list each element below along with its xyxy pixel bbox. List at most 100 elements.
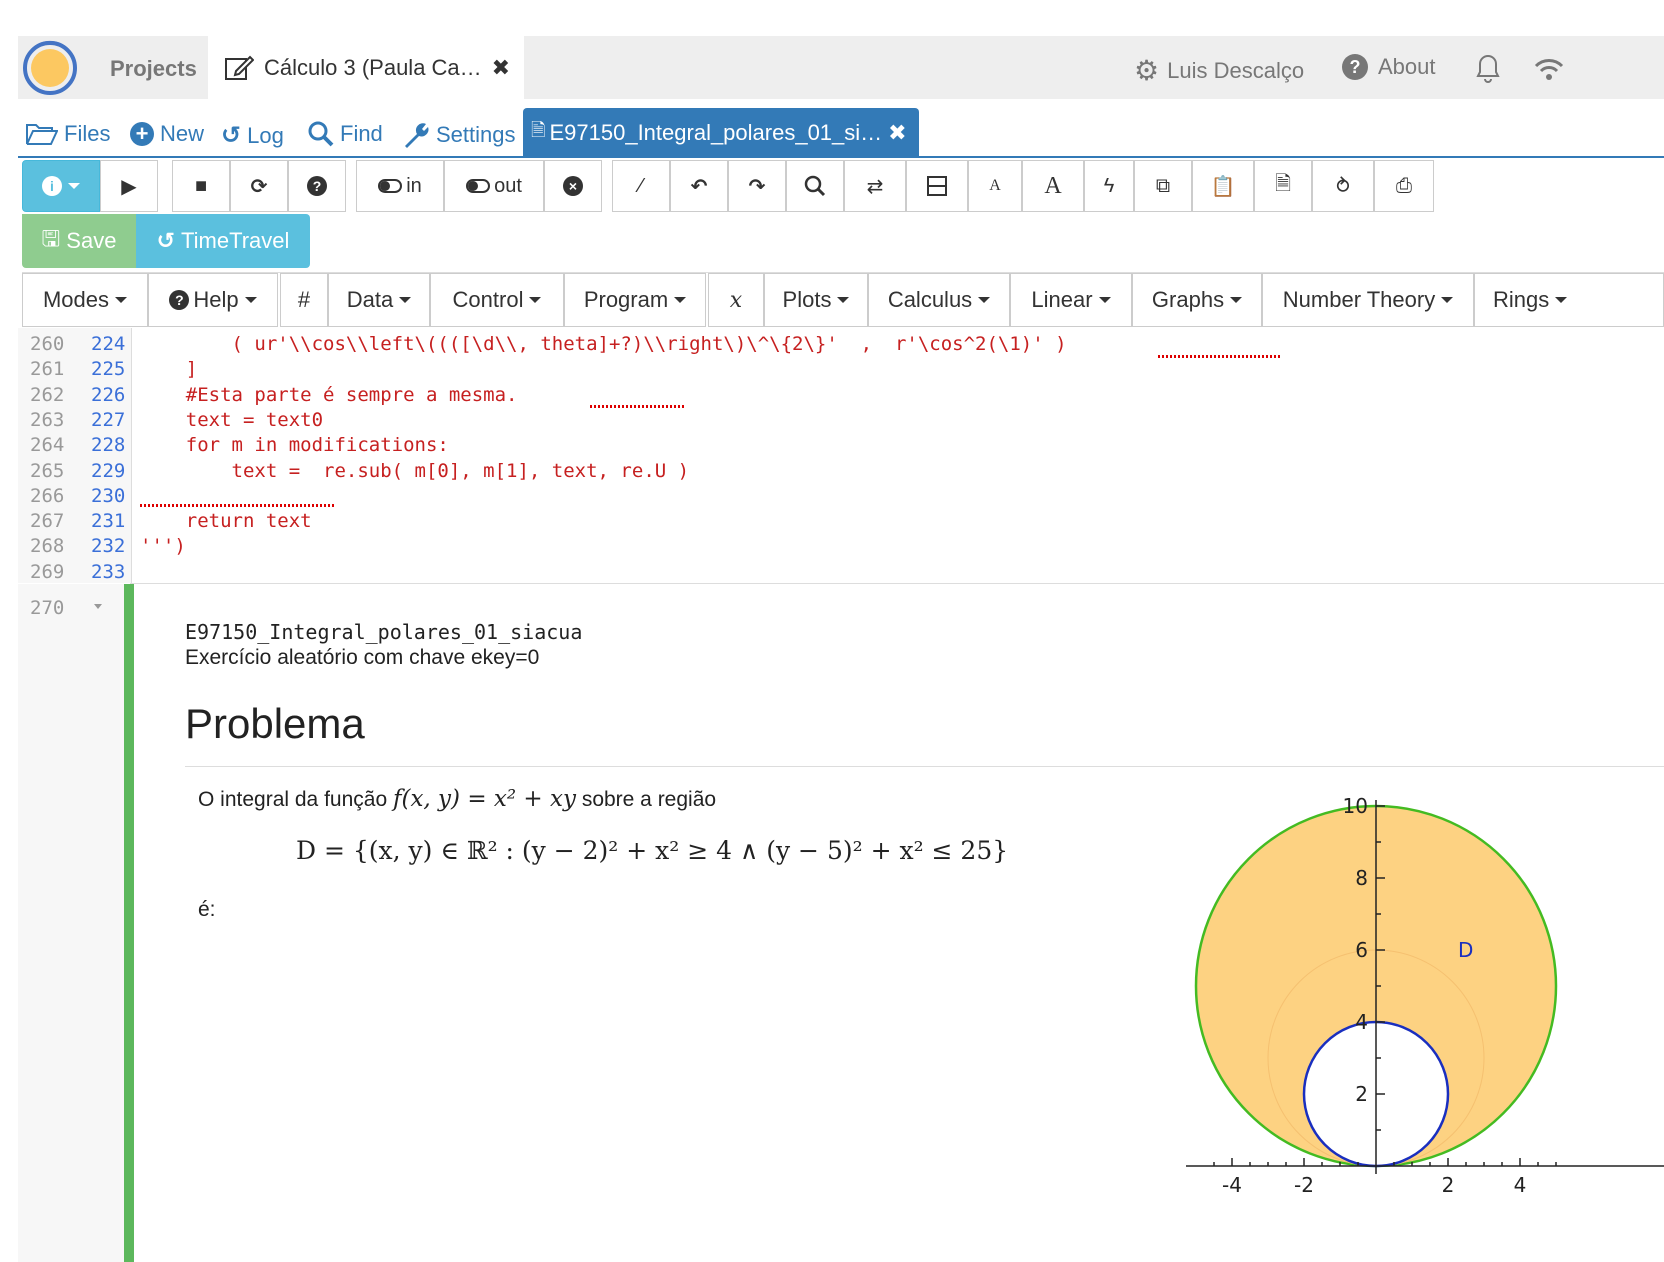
line-number-relative: 230 [91,485,126,507]
find-label: Find [340,121,383,146]
y-tick-label: 10 [1343,794,1368,818]
font-decrease-button[interactable]: A [968,160,1022,212]
menu-rings[interactable]: Rings [1474,273,1664,327]
menu-number-theory[interactable]: Number Theory [1262,273,1474,327]
cell-status-bar[interactable] [124,584,134,1262]
fold-arrow-icon[interactable] [94,604,102,609]
line-number-relative: 228 [91,434,126,456]
about-link[interactable]: ? About [1342,54,1436,80]
line-number: 267 [30,510,65,532]
x-tick-label: 2 [1442,1173,1455,1197]
menu-linear[interactable]: Linear [1010,273,1132,327]
paste-button[interactable]: 📋 [1192,160,1254,212]
settings-button[interactable]: Settings [402,121,516,149]
find-button[interactable]: Find [308,121,383,147]
menu-number-theory-label: Number Theory [1282,287,1436,312]
refresh-icon: ⟳ [250,175,268,198]
code-line[interactable]: text = re.sub( m[0], m[1], text, re.U ) [140,460,690,482]
help-button[interactable]: ? [288,160,346,212]
code-line[interactable]: text = text0 [140,409,323,431]
timetravel-button[interactable]: ↺ TimeTravel [136,214,310,268]
menu-plots[interactable]: Plots [764,273,868,327]
stop-icon: ■ [194,174,208,197]
new-button[interactable]: + New [130,121,204,147]
font-increase-button[interactable]: A [1022,160,1084,212]
menu-program-label: Program [583,287,669,312]
menu-math[interactable]: x [708,273,764,327]
restart-button[interactable]: ⟳ [230,160,288,212]
toggle-icon [466,179,491,193]
menu-hash[interactable]: # [280,273,328,327]
menu-program[interactable]: Program [564,273,706,327]
split-button[interactable] [906,160,968,212]
delete-output-button[interactable]: × [544,160,602,212]
sage-menubar: Modes ? Help # Data Control Program x Plo… [22,272,1664,327]
exercise-name: E97150_Integral_polares_01_siacua [185,620,583,644]
menu-modes[interactable]: Modes [22,273,148,327]
log-button[interactable]: ↺ Log [221,121,284,150]
file-tab-active[interactable]: 🗎 E97150_Integral_polares_01_si… ✖ [523,108,919,158]
output-gutter [18,584,132,1262]
caret-icon [978,297,991,303]
run-button[interactable]: ▶ [100,160,158,212]
bolt-button[interactable]: ϟ [1084,160,1134,212]
menu-calculus-label: Calculus [887,287,973,312]
code-line[interactable]: #Esta parte é sempre a mesma. [140,384,518,406]
play-icon: ▶ [121,175,137,198]
folder-open-icon [26,124,58,145]
undo-button[interactable]: ↶ [670,160,728,212]
code-line[interactable]: ] [140,358,197,380]
code-line[interactable]: ''') [140,535,186,557]
format-button[interactable]: ⁄ [612,160,670,212]
replace-button[interactable]: ⇄ [844,160,906,212]
bolt-icon: ϟ [1103,174,1115,197]
stop-button[interactable]: ■ [172,160,230,212]
caret-icon [837,297,850,303]
projects-link[interactable]: Projects [110,56,197,82]
user-menu[interactable]: ⚙ Luis Descalço [1134,54,1304,87]
new-label: New [160,121,205,146]
function-formula: f(x, y) = x² + xy [392,786,576,812]
menu-help[interactable]: ? Help [148,273,278,327]
log-label: Log [247,122,284,148]
copy-button[interactable]: ⧉ [1134,160,1192,212]
files-button[interactable]: Files [26,121,110,147]
caret-icon [399,297,412,303]
save-icon: 🖫 [41,226,61,251]
project-tab[interactable]: Cálculo 3 (Paula Ca… ✖ [208,36,524,99]
code-line[interactable]: for m in modifications: [140,434,449,456]
line-number: 269 [30,561,65,583]
redo-button[interactable]: ↷ [728,160,786,212]
code-line[interactable]: ( ur'\\cos\\left\((([\d\\, theta]+?)\\ri… [140,333,1067,355]
menu-graphs[interactable]: Graphs [1132,273,1262,327]
toggle-out-button[interactable]: out [444,160,544,212]
search-button[interactable] [786,160,844,212]
search-icon [308,121,334,147]
toggle-icon [378,179,403,193]
print-button[interactable]: ⎙ [1374,160,1434,212]
pdf-button[interactable]: 🗎 [1254,160,1312,212]
sync-button[interactable]: ⥁ [1312,160,1374,212]
line-number: 262 [30,384,65,406]
save-button[interactable]: 🖫 Save [22,214,136,268]
toggle-in-button[interactable]: in [356,160,444,212]
menu-control[interactable]: Control [430,273,564,327]
file-icon: 🗎 [531,120,546,140]
close-icon[interactable]: ✖ [492,55,510,81]
cocalc-logo[interactable] [22,38,78,96]
redo-icon: ↷ [748,175,766,198]
code-editor[interactable]: 260 224 ( ur'\\cos\\left\((([\d\\, theta]… [18,328,1664,583]
undo-icon: ↶ [690,175,708,198]
font-small-icon: A [989,177,1001,194]
gear-icon: ⚙ [1134,55,1160,86]
save-label: Save [66,228,117,253]
search-icon [804,175,826,197]
code-line[interactable]: return text [140,510,312,532]
info-dropdown-button[interactable]: i [22,160,100,212]
settings-label: Settings [436,122,516,147]
close-icon[interactable]: ✖ [888,120,906,146]
menu-data[interactable]: Data [328,273,430,327]
menu-calculus[interactable]: Calculus [868,273,1010,327]
bell-icon[interactable] [1470,50,1506,86]
info-circle-icon: i [42,176,62,196]
